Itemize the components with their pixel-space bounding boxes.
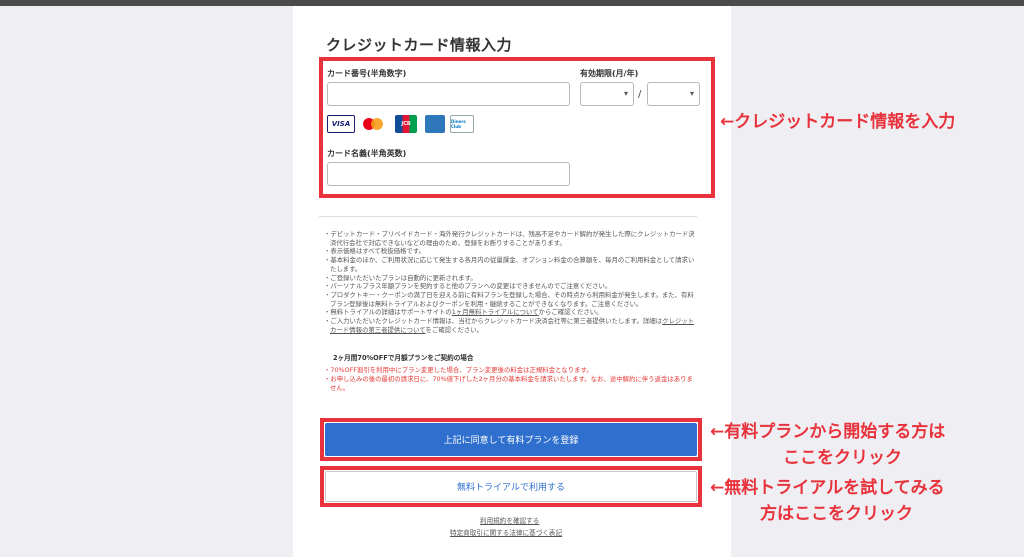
chevron-down-icon: ▾ xyxy=(623,89,628,98)
amex-logo xyxy=(425,115,445,133)
mastercard-logo xyxy=(363,115,385,133)
card-name-input[interactable] xyxy=(327,162,570,186)
legal-notice-link[interactable]: 特定商取引に関する法律に基づく表記 xyxy=(450,527,562,537)
jcb-logo: JCB xyxy=(395,115,417,133)
card-name-label: カード名義(半角英数) xyxy=(327,149,407,158)
terms-link[interactable]: 利用規約を確認する xyxy=(480,515,539,525)
annotation-paid-line2: ここをクリック xyxy=(783,448,902,468)
note-item: ・ご登録いただいたプランは自動的に更新されます。 xyxy=(324,273,477,282)
card-number-label: カード番号(半角数字) xyxy=(327,69,407,78)
page-title: クレジットカード情報入力 xyxy=(326,36,513,54)
annotation-trial-line1: ←無料トライアルを試してみる xyxy=(710,478,945,498)
campaign-heading: 2ヶ月間70%OFFで月額プランをご契約の場合 xyxy=(333,354,474,362)
expiry-year-select[interactable]: ▾ xyxy=(647,82,700,106)
visa-logo: VISA xyxy=(327,115,355,133)
free-trial-button[interactable]: 無料トライアルで利用する xyxy=(325,471,697,502)
note-item-trial: ・無料トライアルの詳細はサポートサイトの1ヶ月無料トライアルについてからご確認く… xyxy=(324,308,603,317)
campaign-notes: ・70%OFF割引を利用中にプラン変更した場合、プラン変更後の料金は正規料金とな… xyxy=(322,366,697,393)
expiry-separator: / xyxy=(638,89,642,100)
note-item-third-party: ・ご入力いただいたクレジットカード情報は、当社からクレジットカード決済会社等に第… xyxy=(324,317,695,334)
note-item: ・パーソナルプラス年額プランを契約すると他のプランへの変更はできませんのでご注意… xyxy=(324,282,612,291)
diners-club-logo: Diners Club xyxy=(450,115,474,133)
campaign-note: ・70%OFF割引を利用中にプラン変更した場合、プラン変更後の料金は正規料金とな… xyxy=(324,366,593,374)
chevron-down-icon: ▾ xyxy=(689,89,694,98)
annotation-form: ←クレジットカード情報を入力 xyxy=(720,112,956,132)
note-item: ・表示価格はすべて税抜価格です。 xyxy=(324,247,425,256)
note-item: ・プロダクトキー・クーポンの満了日を迎える前に有料プランを登録した場合、その時点… xyxy=(324,290,694,308)
campaign-note: ・お申し込みの後の最初の請求日に、70%値下げした2ヶ月分の基本料金を請求いたし… xyxy=(324,374,693,392)
notes-list: ・デビットカード・プリペイドカード・海外発行クレジットカードは、残高不足やカード… xyxy=(322,230,697,334)
card-number-input[interactable] xyxy=(327,82,570,106)
trial-info-link[interactable]: 1ヶ月無料トライアルについて xyxy=(452,308,539,316)
annotation-trial-line2: 方はここをクリック xyxy=(760,504,913,524)
divider xyxy=(319,216,697,217)
expiry-label: 有効期限(月/年) xyxy=(580,69,639,78)
annotation-paid-line1: ←有料プランから開始する方は xyxy=(710,422,946,442)
expiry-month-select[interactable]: ▾ xyxy=(580,82,634,106)
note-item: ・デビットカード・プリペイドカード・海外発行クレジットカードは、残高不足やカード… xyxy=(324,230,695,247)
register-paid-plan-button[interactable]: 上記に同意して有料プランを登録 xyxy=(325,423,697,456)
note-item: ・基本料金のほか、ご利用状況に応じて発生する各月内の従量課金、オプション料金の合… xyxy=(324,256,695,273)
